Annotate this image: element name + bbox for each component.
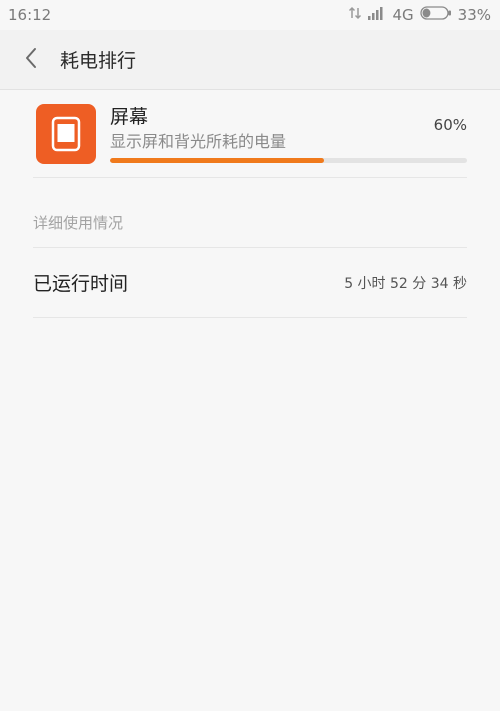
section-header: 详细使用情况 xyxy=(33,178,467,248)
usage-item-description: 显示屏和背光所耗的电量 xyxy=(110,132,287,151)
back-arrow-icon xyxy=(24,47,38,73)
status-icons: 4G 33% xyxy=(348,6,491,24)
app-header: 耗电排行 xyxy=(0,30,500,90)
usage-item-screen[interactable]: 屏幕 显示屏和背光所耗的电量 60% xyxy=(33,90,467,178)
signal-icon xyxy=(368,6,386,24)
screen-icon xyxy=(36,104,96,164)
content: 屏幕 显示屏和背光所耗的电量 60% 详细使用情况 已运行时间 5 小时 52 … xyxy=(0,90,500,318)
network-type: 4G xyxy=(392,6,414,24)
clock: 16:12 xyxy=(8,6,52,24)
runtime-label: 已运行时间 xyxy=(33,273,129,295)
status-bar: 16:12 4G 33% xyxy=(0,0,500,30)
usage-item-percent: 60% xyxy=(433,116,467,134)
usage-bar-fill xyxy=(110,158,325,163)
data-transfer-icon xyxy=(348,6,362,24)
back-button[interactable] xyxy=(6,30,56,90)
runtime-value: 5 小时 52 分 34 秒 xyxy=(344,275,467,292)
battery-percent: 33% xyxy=(457,6,491,24)
runtime-row: 已运行时间 5 小时 52 分 34 秒 xyxy=(33,248,467,318)
usage-item-name: 屏幕 xyxy=(110,106,149,128)
page-title: 耗电排行 xyxy=(60,50,137,72)
battery-icon xyxy=(420,6,452,24)
usage-bar xyxy=(110,158,467,163)
